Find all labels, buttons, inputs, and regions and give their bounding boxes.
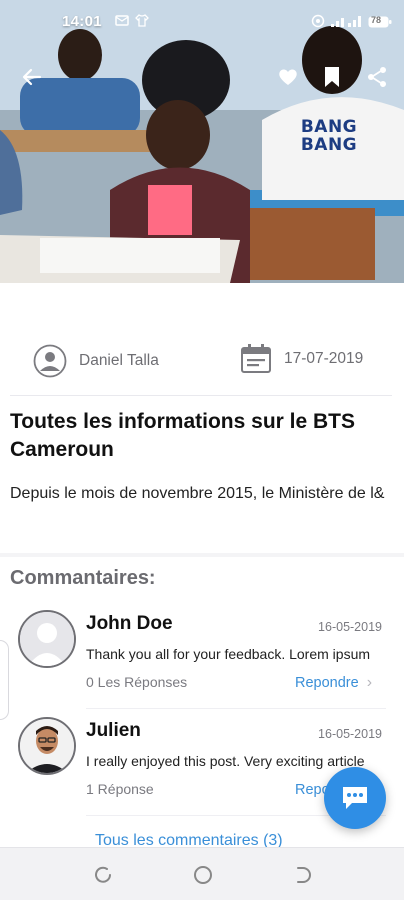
default-avatar-icon	[20, 612, 74, 666]
battery-level: 78	[371, 15, 382, 25]
comment-author: John Doe	[86, 613, 173, 634]
reply-label: Repondre	[295, 675, 359, 691]
author-name: Daniel Talla	[79, 352, 159, 369]
recent-apps-icon	[95, 866, 111, 883]
article-excerpt: Depuis le mois de novembre 2015, le Mini…	[10, 485, 385, 502]
publish-date: 17-07-2019	[240, 344, 363, 374]
meta-divider	[10, 395, 392, 396]
system-navigation-bar	[0, 847, 404, 900]
comment-text: I really enjoyed this post. Very excitin…	[86, 753, 365, 769]
avatar	[18, 717, 76, 775]
status-bar: 14:01 78	[0, 0, 404, 44]
home-button[interactable]	[192, 864, 214, 886]
comment-divider	[86, 708, 386, 709]
mail-icon	[115, 14, 129, 31]
signal-icon	[330, 14, 364, 32]
add-comment-button[interactable]	[324, 767, 386, 829]
reply-count: 0 Les Réponses	[86, 674, 188, 690]
shirt-print-line-2: BANG	[300, 135, 358, 155]
share-button[interactable]	[360, 60, 394, 94]
status-time: 14:01	[62, 13, 102, 30]
comment-text: Thank you all for your feedback. Lorem i…	[86, 646, 371, 662]
share-icon	[368, 67, 386, 87]
recent-apps-button[interactable]	[92, 864, 114, 886]
chat-bubble-icon	[343, 787, 367, 809]
comment-date: 16-05-2019	[318, 620, 382, 634]
comment-date: 16-05-2019	[318, 727, 382, 741]
back-nav-button[interactable]	[291, 864, 313, 886]
article-meta: Daniel Talla 17-07-2019	[0, 332, 404, 390]
shirt-print: BANG BANG	[294, 118, 364, 154]
user-photo	[20, 719, 74, 773]
bookmark-icon	[325, 67, 339, 87]
article-hero-image: BANG BANG 14:01 78	[0, 0, 404, 283]
like-button[interactable]	[271, 60, 305, 94]
avatar	[18, 610, 76, 668]
comment-item: John Doe 16-05-2019 Thank you all for yo…	[0, 610, 404, 710]
shirt-icon	[135, 14, 149, 31]
battery-icon: 78	[368, 15, 392, 32]
reply-count: 1 Réponse	[86, 781, 154, 797]
hotspot-icon	[311, 14, 325, 32]
comment-author: Julien	[86, 720, 141, 741]
side-panel-handle[interactable]	[0, 640, 9, 720]
back-nav-icon	[297, 867, 311, 883]
user-circle-icon	[33, 344, 67, 378]
arrow-left-icon	[22, 68, 42, 86]
chevron-right-icon: ›	[366, 674, 373, 691]
reply-button[interactable]: Repondre ›	[295, 674, 372, 692]
article-title: Toutes les informations sur le BTS Camer…	[10, 410, 356, 461]
back-button[interactable]	[15, 60, 49, 94]
author-info: Daniel Talla	[33, 344, 159, 378]
home-circle-icon	[194, 866, 212, 884]
shirt-print-line-1: BANG	[300, 117, 358, 137]
comments-heading: Commantaires:	[10, 567, 156, 589]
section-divider	[0, 553, 404, 557]
heart-icon	[279, 69, 297, 85]
calendar-icon	[241, 344, 271, 373]
bookmark-button[interactable]	[315, 60, 349, 94]
publish-date-text: 17-07-2019	[284, 350, 364, 367]
